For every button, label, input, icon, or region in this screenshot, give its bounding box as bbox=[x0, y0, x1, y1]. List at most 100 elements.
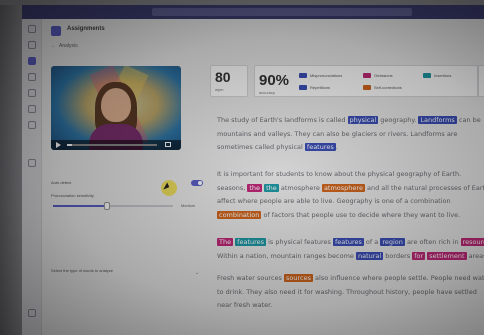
video-controls bbox=[51, 140, 181, 150]
auto-detect-toggle[interactable] bbox=[191, 180, 203, 186]
mispronunciation-mark[interactable]: features bbox=[304, 143, 336, 151]
chat-icon[interactable] bbox=[28, 41, 36, 49]
files-icon[interactable] bbox=[28, 121, 36, 129]
pronunciation-sensitivity-slider[interactable] bbox=[53, 202, 173, 210]
chevron-down-icon[interactable]: ⌄ bbox=[195, 270, 199, 276]
omission-mark[interactable]: the bbox=[247, 183, 263, 192]
calls-icon[interactable] bbox=[28, 105, 36, 113]
legend-swatch bbox=[363, 73, 371, 79]
video-player[interactable] bbox=[51, 66, 181, 150]
assignments-icon[interactable] bbox=[28, 73, 36, 81]
passage-text: Fresh water sources bbox=[217, 274, 284, 282]
analysis-panel: 80 wpm 90% accuracy Mispronunciations Re… bbox=[210, 62, 484, 335]
legend-repetitions[interactable]: Repetitions bbox=[299, 85, 331, 91]
cursor-arrow-icon bbox=[163, 182, 171, 192]
omission-mark[interactable]: resources bbox=[460, 238, 484, 246]
legend-insertions[interactable]: Insertions bbox=[423, 73, 452, 79]
passage-text: atmosphere bbox=[278, 183, 322, 192]
activity-icon[interactable] bbox=[28, 25, 36, 33]
legend-label: Self-corrections bbox=[374, 85, 402, 90]
passage-text: . bbox=[335, 143, 338, 151]
passage-text: borders bbox=[383, 251, 413, 260]
passage-text: also influence where people settle. Peop… bbox=[312, 274, 484, 282]
accuracy-card: 90% accuracy Mispronunciations Repetitio… bbox=[254, 65, 478, 97]
app-rail bbox=[22, 19, 42, 335]
passage-line: The features is physical features featur… bbox=[217, 236, 484, 250]
omission-mark[interactable]: settlement bbox=[427, 251, 467, 260]
back-link[interactable]: ← Analysis bbox=[51, 43, 78, 49]
self-correction-mark[interactable]: atmosphere bbox=[321, 183, 365, 192]
passage-line: Within a nation, mountain ranges become … bbox=[217, 250, 484, 264]
passage-text: The study of Earth's landforms is called bbox=[217, 116, 348, 124]
back-arrow-icon: ← bbox=[51, 43, 56, 49]
left-panel: Auto detect Pronunciation sensitivity Me… bbox=[49, 62, 211, 335]
legend-swatch bbox=[299, 85, 307, 91]
passage-text: is physical features bbox=[266, 238, 333, 246]
accuracy-value: 90% bbox=[259, 72, 290, 89]
passage-text: Within a nation, mountain ranges become bbox=[217, 251, 356, 260]
passage-text: sometimes called physical bbox=[217, 143, 305, 151]
wpm-unit: wpm bbox=[215, 87, 224, 92]
wpm-value: 80 bbox=[215, 69, 231, 85]
toggle-knob bbox=[198, 181, 202, 185]
insertion-mark[interactable]: features bbox=[235, 238, 267, 246]
accuracy-label: accuracy bbox=[259, 90, 276, 95]
slider-thumb[interactable] bbox=[104, 202, 110, 210]
legend-label: Repetitions bbox=[310, 85, 331, 90]
help-icon[interactable] bbox=[28, 309, 36, 317]
legend-label: Insertions bbox=[434, 73, 452, 78]
passage-text: of factors that people use to decide whe… bbox=[261, 210, 461, 219]
fullscreen-icon[interactable] bbox=[165, 142, 171, 147]
assignments-app-icon bbox=[51, 26, 61, 36]
page-title: Assignments bbox=[67, 26, 105, 32]
insertion-mark[interactable]: the bbox=[264, 183, 279, 192]
app-window: Assignments ← Analysis Auto detect Pronun… bbox=[22, 5, 484, 335]
passage-line: It is important for students to know abo… bbox=[217, 170, 462, 178]
passage-line: The study of Earth's landforms is called… bbox=[217, 114, 484, 128]
pronunciation-sensitivity-label: Pronunciation sensitivity bbox=[51, 193, 94, 198]
calendar-icon[interactable] bbox=[28, 89, 36, 97]
self-correction-mark[interactable]: sources bbox=[284, 274, 313, 282]
passage-line: near fresh water. bbox=[217, 301, 273, 309]
words-to-analyze-label: Select the type of words to analyze bbox=[51, 268, 114, 273]
legend-label: Omissions bbox=[374, 73, 393, 78]
omission-mark[interactable]: The bbox=[217, 238, 234, 246]
legend-omissions[interactable]: Omissions bbox=[363, 73, 393, 79]
mispronunciation-mark[interactable]: natural bbox=[355, 251, 384, 260]
apps-icon[interactable] bbox=[28, 159, 36, 167]
passage-line: affect where people are able to live. Ge… bbox=[217, 197, 451, 205]
passage-line: sometimes called physical features. bbox=[217, 141, 484, 155]
pronunciation-sensitivity-value: Medium bbox=[181, 203, 196, 208]
passage-text: can be bbox=[456, 116, 481, 124]
page-header: Assignments ← Analysis bbox=[43, 19, 484, 59]
passage-paragraph-1: The study of Earth's landforms is called… bbox=[217, 114, 484, 155]
play-icon[interactable] bbox=[56, 142, 61, 148]
video-progress-bar[interactable] bbox=[67, 144, 157, 146]
passage-line: mountains and valleys. They can also be … bbox=[217, 129, 458, 138]
passage-text: geography. bbox=[378, 116, 419, 124]
passage-text: seasons, bbox=[217, 183, 248, 192]
passage-text: of a bbox=[363, 238, 381, 246]
passage-line: Fresh water sources sources also influen… bbox=[217, 272, 484, 286]
passage-text: are often rich in bbox=[404, 238, 461, 246]
stat-card-partial bbox=[478, 65, 484, 97]
mispronunciation-mark[interactable]: Landforms bbox=[418, 116, 457, 124]
passage-text: areas. bbox=[468, 251, 484, 260]
omission-mark[interactable]: for bbox=[412, 251, 426, 260]
self-correction-mark[interactable]: combination bbox=[217, 210, 262, 219]
auto-detect-label: Auto detect bbox=[51, 180, 72, 185]
search-input[interactable] bbox=[152, 8, 412, 16]
passage-line: seasons, the the atmosphere atmosphere a… bbox=[217, 182, 484, 196]
legend-mispronunciations[interactable]: Mispronunciations bbox=[299, 73, 342, 79]
video-progress-fill bbox=[67, 144, 73, 146]
mispronunciation-mark[interactable]: physical bbox=[347, 116, 379, 124]
video-subject-face bbox=[101, 88, 131, 122]
repetition-mark[interactable]: features bbox=[333, 238, 364, 246]
legend-swatch bbox=[299, 73, 307, 79]
legend-swatch bbox=[423, 73, 431, 79]
legend-self-corrections[interactable]: Self-corrections bbox=[363, 85, 402, 91]
mispronunciation-mark[interactable]: region bbox=[380, 238, 405, 246]
monitor-bezel bbox=[0, 0, 22, 335]
title-bar bbox=[22, 5, 484, 19]
teams-icon[interactable] bbox=[28, 57, 36, 65]
